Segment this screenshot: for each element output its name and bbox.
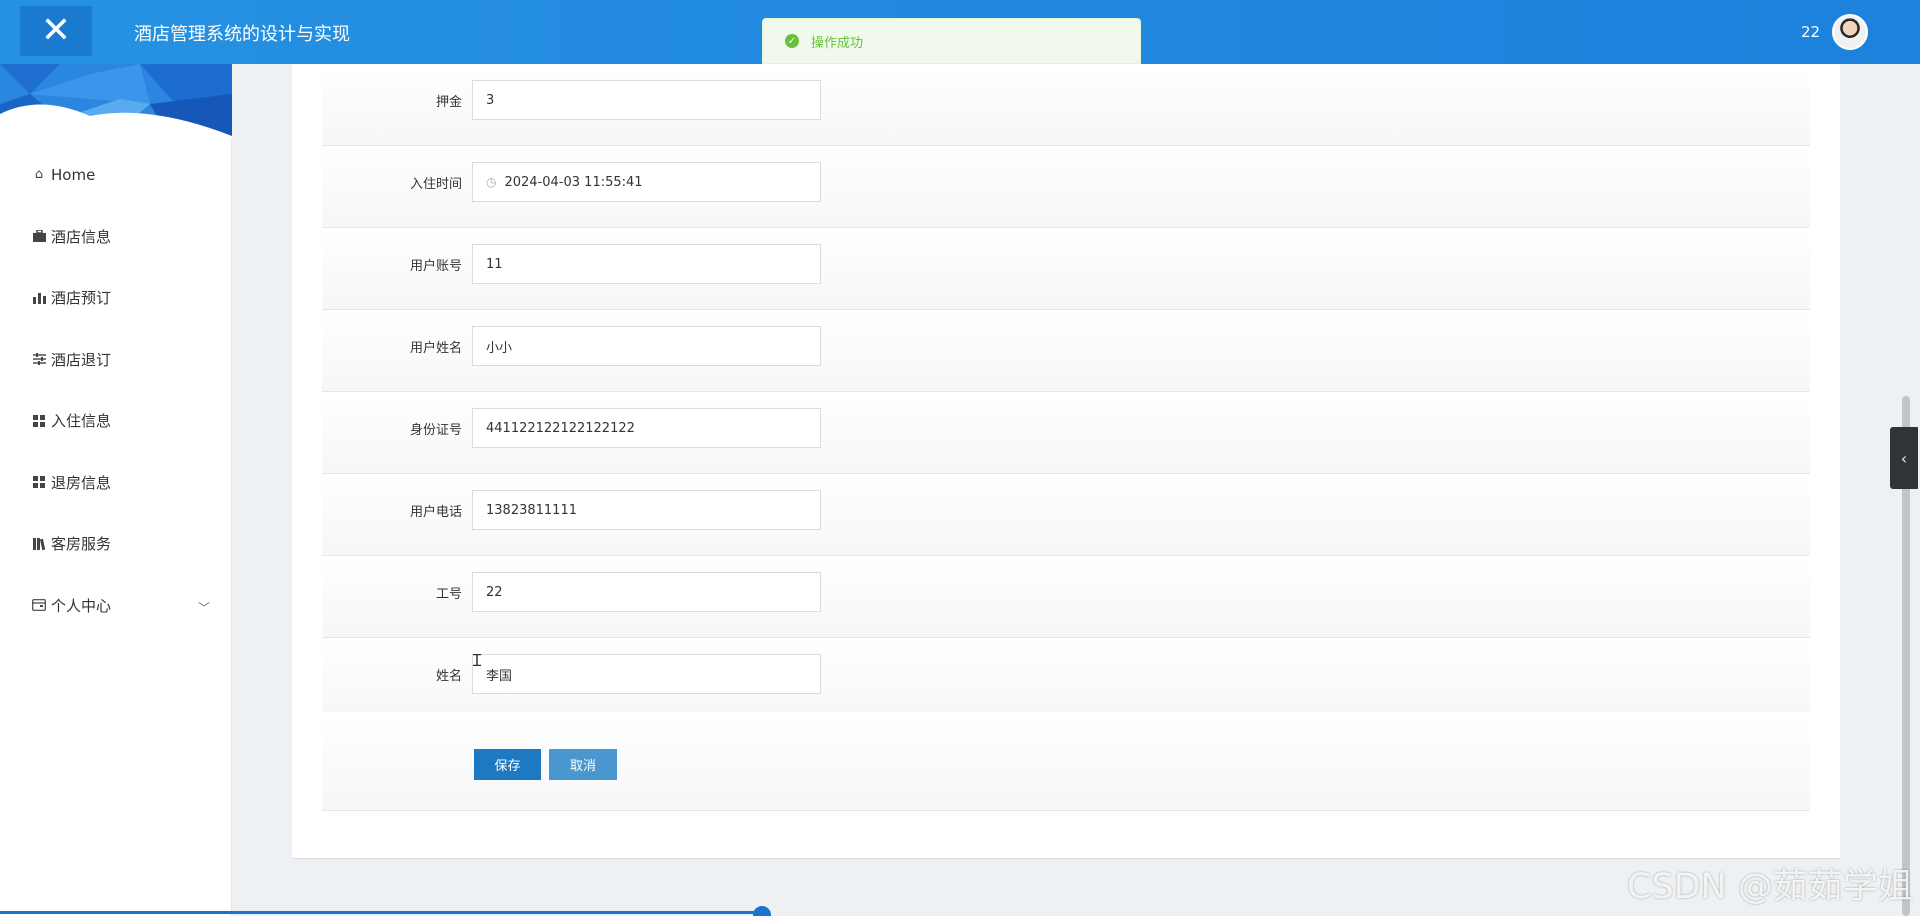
field-value: 小小 (486, 340, 513, 356)
form-row-user-phone: 用户电话 13823811111 (322, 474, 1810, 556)
field-label: 姓名 (435, 669, 462, 684)
field-label: 用户姓名 (409, 341, 462, 356)
text-cursor-icon: Ｉ (469, 651, 486, 670)
id-number-field[interactable]: 441122122122122122 (472, 408, 821, 448)
sidebar-item-label: 酒店预订 (51, 289, 112, 308)
sliders-icon (31, 351, 47, 367)
sidebar-menu: ⌂ Home 酒店信息 酒店预订 酒店退订 入住信息 退房信息 客房服务 个人中… (0, 144, 232, 636)
sidebar-item-personal-center[interactable]: 个人中心 ﹀ (0, 575, 232, 637)
user-name-field[interactable]: 小小 (472, 326, 821, 366)
app-title: 酒店管理系统的设计与实现 (134, 24, 350, 45)
staff-name-field[interactable]: 李国 (472, 654, 821, 694)
form-row-user-account: 用户账号 11 (322, 228, 1810, 310)
chevron-down-icon: ﹀ (197, 600, 210, 615)
home-icon: ⌂ (34, 167, 44, 183)
chevron-left-icon: ‹ (1900, 448, 1908, 468)
close-icon: ✕ (40, 10, 72, 51)
sidebar-item-label: 客房服务 (51, 535, 112, 554)
sidebar-item-label: 个人中心 (51, 596, 112, 615)
field-value: 3 (486, 92, 495, 108)
form-row-id-number: 身份证号 441122122122122122 (322, 392, 1810, 474)
sidebar-item-label: 退房信息 (51, 473, 112, 492)
sidebar-item-label: 酒店信息 (51, 227, 112, 246)
avatar[interactable] (1832, 14, 1868, 50)
field-value: 441122122122122122 (486, 420, 635, 436)
grid-icon (31, 413, 47, 429)
field-label: 身份证号 (409, 423, 462, 438)
briefcase-icon (31, 228, 47, 244)
field-value: 22 (486, 584, 503, 600)
field-label: 入住时间 (409, 177, 462, 192)
form-actions: 保存 取消 (322, 712, 1810, 811)
sidebar-item-checkin-info[interactable]: 入住信息 (0, 390, 232, 452)
watermark: CSDN @茹茹学姐 (1627, 867, 1913, 907)
field-label: 用户账号 (409, 259, 462, 274)
field-value: 11 (486, 256, 503, 272)
field-label: 押金 (435, 95, 462, 110)
sidebar: ⌂ Home 酒店信息 酒店预订 酒店退订 入住信息 退房信息 客房服务 个人中… (0, 64, 232, 916)
form-row-employee-id: 工号 22 (322, 556, 1810, 638)
sidebar-item-hotel-info[interactable]: 酒店信息 (0, 206, 232, 268)
main-content: 押金 3 入住时间 ◷ 2024-04-03 11:55:41 用户账号 11 … (233, 64, 1920, 916)
deposit-field[interactable]: 3 (472, 80, 821, 120)
loading-bar (0, 911, 762, 914)
close-menu-button[interactable]: ✕ (20, 6, 92, 56)
sidebar-item-label: Home (51, 165, 96, 184)
bar-chart-icon (31, 290, 47, 306)
username-label[interactable]: 22 (1801, 23, 1820, 41)
toast-message: 操作成功 (811, 35, 864, 51)
wallet-icon (31, 597, 47, 613)
sidebar-banner (0, 64, 232, 138)
success-toast: ✓ 操作成功 (762, 18, 1141, 64)
checkin-time-field[interactable]: ◷ 2024-04-03 11:55:41 (472, 162, 821, 202)
form-card: 押金 3 入住时间 ◷ 2024-04-03 11:55:41 用户账号 11 … (292, 64, 1840, 859)
sidebar-item-hotel-booking[interactable]: 酒店预订 (0, 267, 232, 329)
sidebar-item-hotel-cancel[interactable]: 酒店退订 (0, 329, 232, 391)
form-row-checkin-time: 入住时间 ◷ 2024-04-03 11:55:41 (322, 146, 1810, 228)
field-label: 用户电话 (409, 505, 462, 520)
form-row-staff-name: 姓名 李国 (322, 638, 1810, 720)
sidebar-item-checkout-info[interactable]: 退房信息 (0, 452, 232, 514)
clock-icon: ◷ (486, 175, 497, 189)
field-value: 李国 (486, 668, 513, 684)
employee-id-field[interactable]: 22 (472, 572, 821, 612)
cancel-button[interactable]: 取消 (549, 749, 617, 780)
book-icon (31, 536, 47, 552)
field-value: 13823811111 (486, 502, 577, 518)
user-account-field[interactable]: 11 (472, 244, 821, 284)
grid-icon (31, 474, 47, 490)
sidebar-item-label: 酒店退订 (51, 350, 112, 369)
field-value: 2024-04-03 11:55:41 (504, 174, 643, 190)
form-row-deposit: 押金 3 (322, 64, 1810, 146)
field-label: 工号 (435, 587, 462, 602)
user-phone-field[interactable]: 13823811111 (472, 490, 821, 530)
check-circle-icon: ✓ (785, 34, 799, 48)
sidebar-item-home[interactable]: ⌂ Home (0, 144, 232, 206)
sidebar-item-label: 入住信息 (51, 412, 112, 431)
form-row-user-name: 用户姓名 小小 (322, 310, 1810, 392)
collapse-panel-button[interactable]: ‹ (1890, 427, 1918, 489)
save-button[interactable]: 保存 (474, 749, 541, 780)
sidebar-item-room-service[interactable]: 客房服务 (0, 513, 232, 575)
